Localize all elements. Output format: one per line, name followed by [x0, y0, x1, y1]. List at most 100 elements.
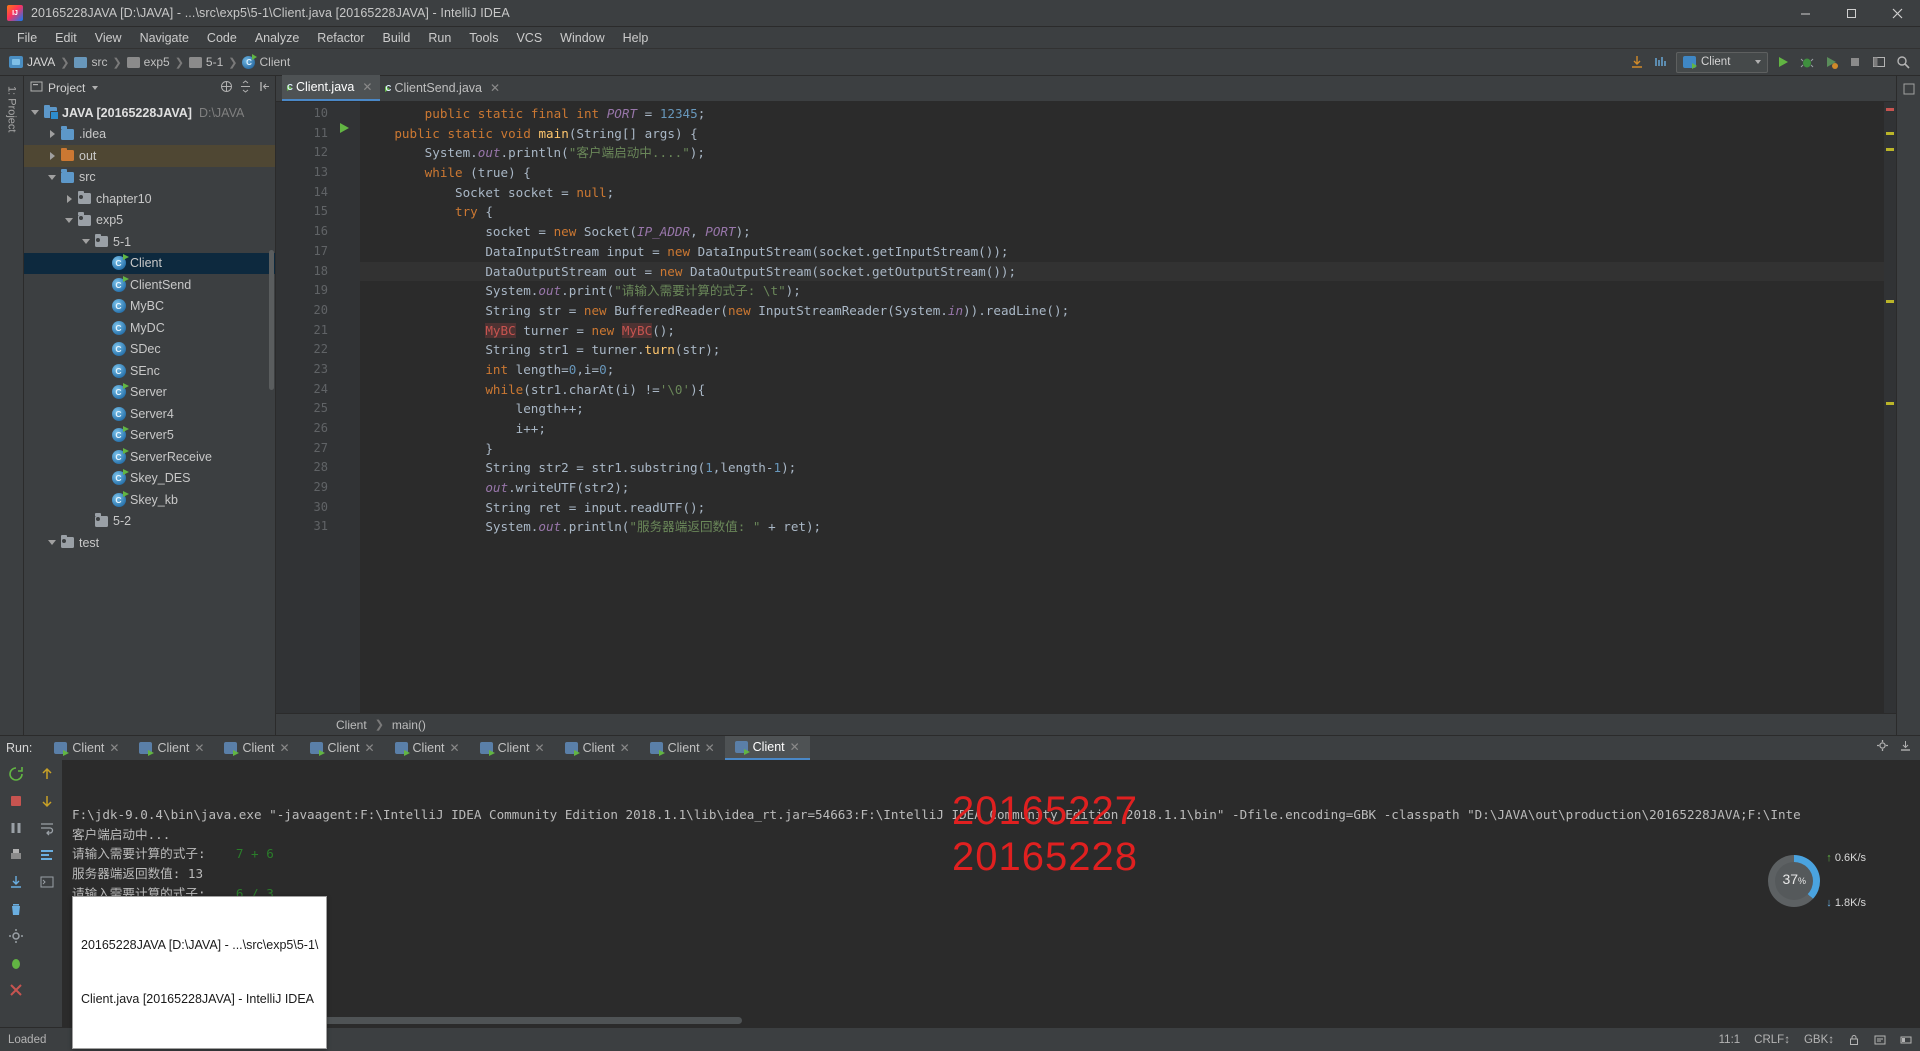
code-editor[interactable]: 10 11 12 13 14 15 16 17 18 19 20 21 22 23 24 25 26 27 28 29… — [276, 102, 1896, 713]
error-stripe[interactable] — [1884, 102, 1896, 713]
code-line[interactable]: String ret = input.readUTF(); — [360, 498, 1896, 518]
tree-node-server4[interactable]: Server4 — [24, 403, 275, 425]
caret-position[interactable]: 11:1 — [1719, 1034, 1741, 1046]
tree-node-exp5[interactable]: exp5 — [24, 210, 275, 232]
breadcrumb-5-1[interactable]: 5-1 — [186, 55, 226, 69]
tree-node-mybc[interactable]: MyBC — [24, 296, 275, 318]
code-line[interactable]: try { — [360, 202, 1896, 222]
run-configuration-selector[interactable]: Client — [1676, 51, 1768, 73]
code-text[interactable]: public static final int PORT = 12345; pu… — [360, 102, 1896, 713]
code-line[interactable]: int length=0,i=0; — [360, 360, 1896, 380]
code-line[interactable]: System.out.print("请输入需要计算的式子: \t"); — [360, 281, 1896, 301]
download-icon[interactable] — [1628, 53, 1646, 71]
tree-node-clientsend[interactable]: ClientSend — [24, 274, 275, 296]
menu-navigate[interactable]: Navigate — [131, 28, 198, 48]
bug-icon[interactable] — [8, 955, 24, 971]
run-tab-5[interactable]: Client ✕ — [470, 736, 555, 760]
stripe-warning-mark[interactable] — [1886, 148, 1894, 151]
tree-collapse-arrow-icon[interactable] — [45, 540, 59, 546]
stop-icon[interactable] — [8, 793, 24, 809]
tree-collapse-arrow-icon[interactable] — [45, 174, 59, 180]
breadcrumb-method[interactable]: main() — [392, 718, 426, 732]
tree-node--idea[interactable]: .idea — [24, 124, 275, 146]
code-line[interactable]: Socket socket = null; — [360, 183, 1896, 203]
code-line[interactable]: String str2 = str1.substring(1,length-1)… — [360, 458, 1896, 478]
debug-button[interactable] — [1798, 53, 1816, 71]
lock-icon[interactable] — [1848, 1034, 1860, 1046]
tree-expand-arrow-icon[interactable] — [62, 194, 76, 203]
menu-edit[interactable]: Edit — [46, 28, 86, 48]
menu-analyze[interactable]: Analyze — [246, 28, 308, 48]
editor-marks-gutter[interactable] — [336, 102, 360, 713]
tree-node-skey-des[interactable]: Skey_DES — [24, 468, 275, 490]
tree-node-senc[interactable]: SEnc — [24, 360, 275, 382]
search-everywhere-icon[interactable] — [1894, 53, 1912, 71]
code-line[interactable]: String str = new BufferedReader(new Inpu… — [360, 301, 1896, 321]
scroll-to-end-icon[interactable] — [39, 847, 55, 863]
code-line[interactable]: String str1 = turner.turn(str); — [360, 340, 1896, 360]
tree-node-out[interactable]: out — [24, 145, 275, 167]
console-settings-icon[interactable] — [39, 874, 55, 890]
run-tab-6[interactable]: Client ✕ — [555, 736, 640, 760]
stop-button[interactable] — [1846, 53, 1864, 71]
run-tab-1[interactable]: Client ✕ — [129, 736, 214, 760]
tree-node-serverreceive[interactable]: ServerReceive — [24, 446, 275, 468]
line-separator[interactable]: CRLF↕ — [1754, 1034, 1790, 1046]
tree-node-sdec[interactable]: SDec — [24, 339, 275, 361]
run-gutter-icon[interactable] — [340, 123, 349, 133]
menu-run[interactable]: Run — [419, 28, 460, 48]
tree-node-server5[interactable]: Server5 — [24, 425, 275, 447]
menu-build[interactable]: Build — [374, 28, 420, 48]
trash-icon[interactable] — [8, 901, 24, 917]
maximize-button[interactable] — [1828, 0, 1874, 27]
project-panel-title-group[interactable]: Project — [30, 80, 99, 96]
scroll-up-icon[interactable] — [39, 766, 55, 782]
menu-view[interactable]: View — [86, 28, 131, 48]
file-encoding[interactable]: GBK↕ — [1804, 1034, 1834, 1046]
code-line[interactable]: public static void main(String[] args) { — [360, 124, 1896, 144]
menu-file[interactable]: File — [8, 28, 46, 48]
close-icon[interactable]: ✕ — [450, 741, 460, 755]
run-tab-8[interactable]: Client ✕ — [724, 736, 810, 760]
settings-gear-icon[interactable] — [1876, 739, 1889, 757]
settings-icon[interactable] — [8, 928, 24, 944]
close-icon[interactable]: ✕ — [490, 81, 500, 95]
run-console-output[interactable]: F:\jdk-9.0.4\bin\java.exe "-javaagent:F:… — [62, 760, 1920, 1027]
breadcrumb-class[interactable]: Client — [336, 718, 367, 732]
run-tab-2[interactable]: Client ✕ — [214, 736, 299, 760]
tree-node-client[interactable]: Client — [24, 252, 275, 274]
code-line[interactable]: out.writeUTF(str2); — [360, 478, 1896, 498]
stripe-warning-mark[interactable] — [1886, 402, 1894, 405]
stripe-error-mark[interactable] — [1886, 108, 1894, 111]
pause-icon[interactable] — [8, 820, 24, 836]
code-line[interactable]: DataInputStream input = new DataInputStr… — [360, 242, 1896, 262]
run-with-coverage-button[interactable] — [1822, 53, 1840, 71]
code-line[interactable]: System.out.println("服务器端返回数值: " + ret); — [360, 517, 1896, 537]
soft-wrap-icon[interactable] — [39, 820, 55, 836]
print-icon[interactable] — [8, 847, 24, 863]
close-icon[interactable]: ✕ — [620, 741, 630, 755]
code-line[interactable]: System.out.println("客户端启动中...."); — [360, 143, 1896, 163]
close-icon[interactable]: ✕ — [790, 740, 800, 754]
tree-node-test[interactable]: test — [24, 532, 275, 554]
expand-all-icon[interactable] — [239, 80, 252, 96]
collapse-all-icon[interactable] — [220, 80, 233, 96]
close-icon[interactable]: ✕ — [362, 80, 372, 94]
menu-window[interactable]: Window — [551, 28, 613, 48]
code-line[interactable]: length++; — [360, 399, 1896, 419]
tree-node-chapter10[interactable]: chapter10 — [24, 188, 275, 210]
vcs-update-icon[interactable] — [1652, 53, 1670, 71]
run-tab-3[interactable]: Client ✕ — [300, 736, 385, 760]
menu-vcs[interactable]: VCS — [507, 28, 551, 48]
menu-help[interactable]: Help — [614, 28, 658, 48]
scroll-down-icon[interactable] — [39, 793, 55, 809]
tree-node-server[interactable]: Server — [24, 382, 275, 404]
menu-code[interactable]: Code — [198, 28, 246, 48]
hide-panel-icon[interactable] — [258, 80, 271, 96]
chevron-down-icon[interactable] — [92, 86, 99, 90]
hide-panel-icon[interactable] — [1899, 739, 1912, 757]
breadcrumb-src[interactable]: src — [71, 55, 110, 69]
tree-node-src[interactable]: src — [24, 167, 275, 189]
run-tab-0[interactable]: Client ✕ — [44, 736, 129, 760]
close-run-icon[interactable] — [8, 982, 24, 998]
